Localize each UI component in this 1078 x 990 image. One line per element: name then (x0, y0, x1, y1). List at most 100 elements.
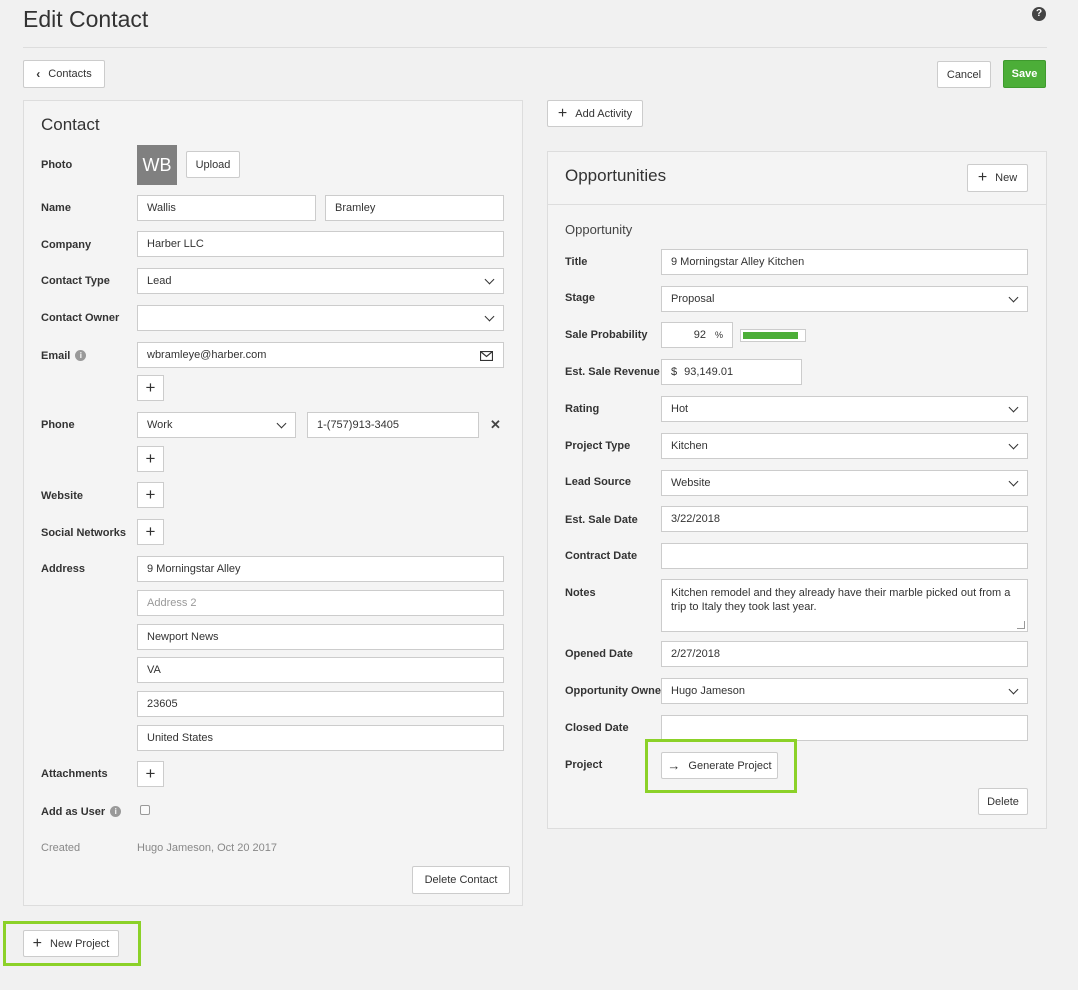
sale-probability-bar (740, 329, 806, 342)
currency-symbol: $ (671, 366, 678, 378)
arrow-right-icon: → (667, 758, 681, 773)
project-type-select[interactable]: Kitchen (661, 433, 1028, 459)
project-type-value: Kitchen (671, 440, 708, 452)
phone-field[interactable]: 1-(757)913-3405 (307, 412, 479, 438)
opportunity-title-field[interactable]: 9 Morningstar Alley Kitchen (661, 249, 1028, 275)
upload-photo-button[interactable]: Upload (186, 151, 240, 178)
delete-opportunity-button[interactable]: Delete (978, 788, 1028, 815)
add-activity-button[interactable]: + Add Activity (547, 100, 643, 127)
address-line-2-field[interactable]: Address 2 (137, 590, 504, 616)
company-field[interactable]: Harber LLC (137, 231, 504, 257)
attachments-label: Attachments (41, 768, 108, 780)
question-circle-icon[interactable]: ? (1032, 7, 1046, 21)
email-label-row: Email i (41, 350, 87, 362)
cancel-button[interactable]: Cancel (937, 61, 991, 88)
phone-type-select[interactable]: Work (137, 412, 296, 438)
notes-value: Kitchen remodel and they already have th… (671, 587, 1011, 613)
new-project-button[interactable]: + New Project (23, 930, 119, 957)
opened-date-label: Opened Date (565, 648, 633, 660)
plus-icon: + (557, 104, 568, 122)
back-to-contacts-button[interactable]: ‹ Contacts (23, 60, 105, 88)
stage-select[interactable]: Proposal (661, 286, 1028, 312)
opportunity-owner-label: Opportunity Owner (565, 685, 666, 697)
email-value: wbramleye@harber.com (147, 349, 267, 361)
rating-select[interactable]: Hot (661, 396, 1028, 422)
chevron-left-icon: ‹ (36, 67, 41, 81)
plus-icon: + (145, 522, 156, 541)
remove-phone-icon[interactable]: ✕ (490, 417, 501, 433)
sale-probability-label: Sale Probability (565, 329, 648, 341)
est-sale-date-field[interactable]: 3/22/2018 (661, 506, 1028, 532)
address-line-1-field[interactable]: 9 Morningstar Alley (137, 556, 504, 582)
company-label: Company (41, 239, 92, 251)
lead-source-select[interactable]: Website (661, 470, 1028, 496)
add-as-user-label: Add as User (41, 806, 106, 818)
add-attachment-button[interactable]: + (137, 761, 164, 787)
last-name-field[interactable]: Bramley (325, 195, 504, 221)
save-button[interactable]: Save (1003, 60, 1046, 88)
plus-icon: + (145, 485, 156, 504)
state-field[interactable]: VA (137, 657, 504, 683)
add-email-button[interactable]: + (137, 375, 164, 401)
opportunity-subheading: Opportunity (565, 222, 633, 237)
notes-textarea[interactable]: Kitchen remodel and they already have th… (661, 579, 1028, 632)
contact-heading: Contact (41, 115, 100, 134)
page-title: Edit Contact (23, 6, 149, 32)
envelope-icon[interactable] (480, 351, 493, 361)
delete-contact-button[interactable]: Delete Contact (412, 866, 510, 894)
est-sale-revenue-label: Est. Sale Revenue (565, 366, 660, 378)
email-field[interactable]: wbramleye@harber.com (137, 342, 504, 368)
stage-label: Stage (565, 292, 595, 304)
contract-date-field[interactable] (661, 543, 1028, 569)
phone-type-value: Work (147, 419, 173, 431)
project-label: Project (565, 759, 603, 771)
info-icon[interactable]: i (110, 806, 122, 817)
first-name-field[interactable]: Wallis (137, 195, 316, 221)
generate-project-button[interactable]: → Generate Project (661, 752, 778, 779)
lead-source-value: Website (671, 477, 711, 489)
opened-date-field[interactable]: 2/27/2018 (661, 641, 1028, 667)
est-sale-revenue-field[interactable]: $ 93,149.01 (661, 359, 802, 385)
chevron-down-icon (484, 311, 495, 322)
contact-owner-select[interactable] (137, 305, 504, 331)
generate-project-label: Generate Project (688, 759, 772, 772)
add-social-network-button[interactable]: + (137, 519, 164, 545)
plus-icon: + (32, 934, 43, 952)
contact-type-value: Lead (147, 275, 172, 287)
add-website-button[interactable]: + (137, 482, 164, 508)
chevron-down-icon (276, 418, 287, 429)
email-label: Email (41, 350, 71, 362)
sale-probability-field[interactable]: 92 % (661, 322, 733, 348)
contact-type-select[interactable]: Lead (137, 268, 504, 294)
city-field[interactable]: Newport News (137, 624, 504, 650)
country-field[interactable]: United States (137, 725, 504, 751)
sale-probability-value: 92 (693, 329, 706, 341)
chevron-down-icon (1008, 476, 1019, 487)
phone-label: Phone (41, 419, 75, 431)
new-opportunity-button[interactable]: + New (967, 164, 1028, 192)
add-as-user-label-row: Add as User i (41, 806, 122, 818)
add-as-user-checkbox[interactable] (140, 805, 150, 815)
notes-label: Notes (565, 587, 596, 599)
header-divider (23, 47, 1047, 48)
resize-grip-icon[interactable] (1017, 621, 1025, 629)
address-label: Address (41, 563, 86, 575)
back-button-label: Contacts (48, 68, 92, 80)
est-sale-revenue-value: 93,149.01 (684, 366, 734, 378)
rating-label: Rating (565, 403, 600, 415)
chevron-down-icon (1008, 439, 1019, 450)
sale-probability-fill (743, 332, 799, 339)
chevron-down-icon (1008, 684, 1019, 695)
website-label: Website (41, 490, 83, 502)
add-activity-label: Add Activity (575, 107, 633, 120)
opportunity-owner-select[interactable]: Hugo Jameson (661, 678, 1028, 704)
plus-icon: + (145, 378, 156, 397)
info-icon[interactable]: i (75, 350, 87, 361)
add-phone-button[interactable]: + (137, 446, 164, 472)
closed-date-field[interactable] (661, 715, 1028, 741)
name-label: Name (41, 202, 71, 214)
title-label: Title (565, 256, 588, 268)
zip-field[interactable]: 23605 (137, 691, 504, 717)
photo-label: Photo (41, 159, 73, 171)
contract-date-label: Contract Date (565, 550, 638, 562)
